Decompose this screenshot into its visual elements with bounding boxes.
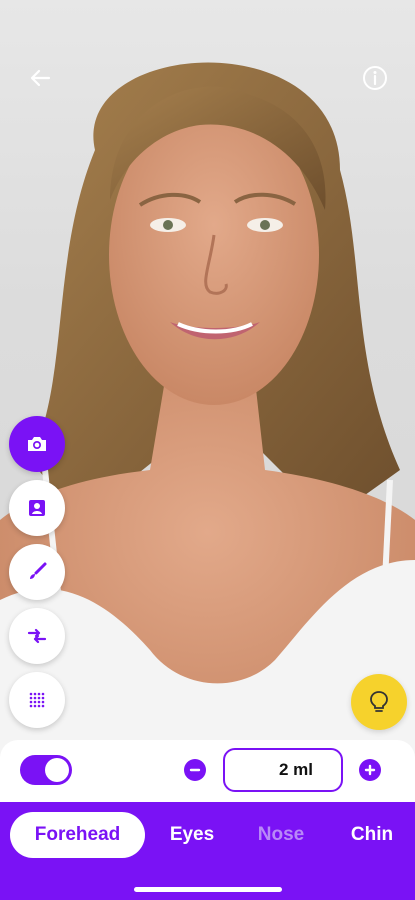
overlay-toggle[interactable] [20,755,72,785]
info-circle-icon [363,66,387,90]
area-tab-bar: Forehead Eyes Nose Chin [0,802,415,900]
home-indicator [134,887,282,892]
tab-chin[interactable]: Chin [340,812,404,858]
brush-tool-button[interactable] [9,544,65,600]
camera-tool-button[interactable] [9,416,65,472]
portrait-tool-button[interactable] [9,480,65,536]
dose-value-field[interactable]: 2 ml [223,748,343,792]
arrow-left-icon [30,69,51,87]
increase-dose-button[interactable] [359,759,381,781]
portrait-icon [29,500,45,516]
camera-icon [28,437,46,451]
tool-rail [9,416,65,736]
minus-circle-icon [189,768,201,772]
tab-forehead[interactable]: Forehead [10,812,145,858]
dot-grid-icon [29,692,45,708]
back-button[interactable] [22,60,58,96]
tip-button[interactable] [351,674,407,730]
plus-circle-icon [364,764,376,776]
tab-eyes[interactable]: Eyes [160,812,224,858]
grid-tool-button[interactable] [9,672,65,728]
decrease-dose-button[interactable] [184,759,206,781]
compare-tool-button[interactable] [9,608,65,664]
brush-icon [30,562,47,579]
lightbulb-icon [370,691,388,712]
compare-arrows-icon [27,628,47,644]
tab-nose[interactable]: Nose [250,812,312,858]
info-button[interactable] [357,60,393,96]
toggle-knob [45,758,69,782]
dose-control-bar: 2 ml [0,740,415,802]
